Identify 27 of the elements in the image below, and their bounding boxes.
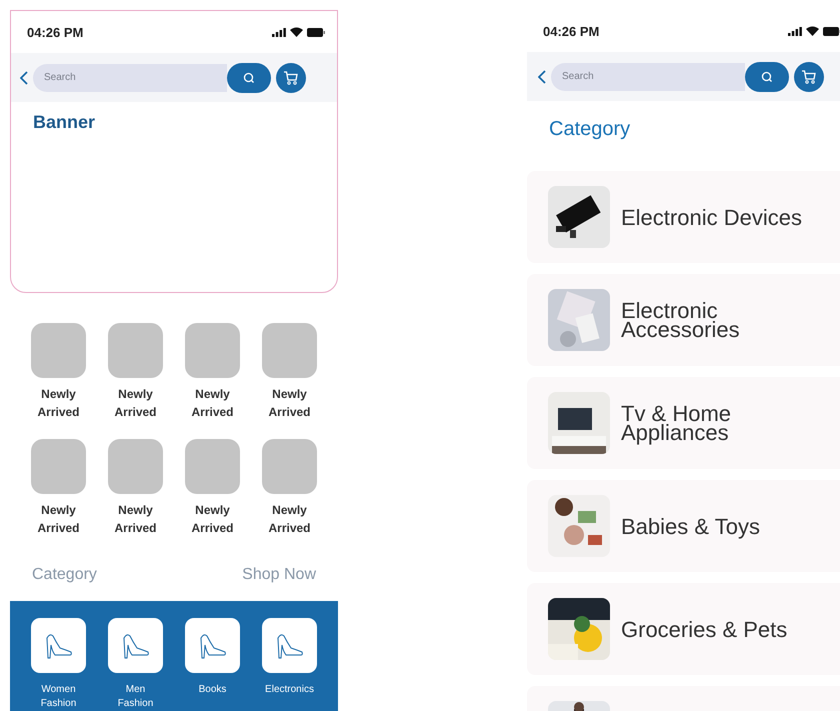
category-row[interactable]: Groceries & Pets bbox=[527, 583, 840, 675]
search-field[interactable]: Search bbox=[33, 64, 227, 92]
tile-label: Newly Arrived bbox=[36, 502, 81, 537]
status-time: 04:26 PM bbox=[27, 24, 84, 40]
tile-label: Newly Arrived bbox=[190, 502, 235, 537]
tile-label: Newly Arrived bbox=[190, 386, 235, 421]
tile-label: Newly Arrived bbox=[267, 386, 312, 421]
status-time: 04:26 PM bbox=[543, 24, 600, 38]
tile-label: Newly Arrived bbox=[113, 502, 158, 537]
tile-label: Newly Arrived bbox=[267, 502, 312, 537]
category-label: Books bbox=[198, 683, 228, 697]
banner-title: Banner bbox=[33, 112, 96, 132]
category-row[interactable]: Electronic Accessories bbox=[527, 274, 840, 366]
search-field[interactable]: Search bbox=[551, 62, 745, 90]
category-label: Men Fashion bbox=[116, 683, 154, 711]
category-name: Electronic Accessories bbox=[621, 301, 741, 339]
category-row[interactable]: Electronic Devices bbox=[527, 171, 840, 263]
category-name: Groceries & Pets bbox=[621, 620, 788, 638]
category-row[interactable]: Babies & Toys bbox=[527, 480, 840, 572]
tile-label: Newly Arrived bbox=[113, 386, 158, 421]
page-title: Category bbox=[549, 117, 632, 141]
category-label: Electronics bbox=[264, 683, 315, 697]
section-title: Category bbox=[32, 565, 97, 585]
category-row[interactable]: Tv & Home Appliances bbox=[527, 377, 840, 469]
category-name: Electronic Devices bbox=[621, 208, 803, 226]
category-label: Women Fashion bbox=[40, 683, 78, 711]
tile-label: Newly Arrived bbox=[36, 386, 81, 421]
